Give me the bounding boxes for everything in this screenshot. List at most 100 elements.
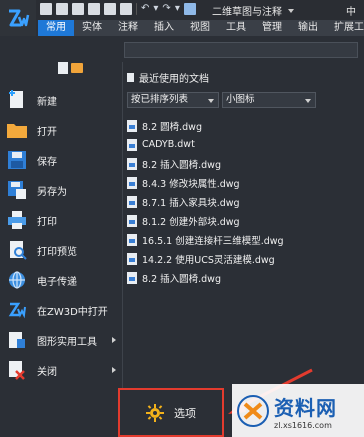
menu-item-print-preview[interactable]: 打印预览 bbox=[0, 236, 122, 264]
open-documents-icon[interactable] bbox=[71, 63, 83, 73]
recent-file-name: 8.1.2 创建外部块.dwg bbox=[142, 216, 240, 228]
workspace-icon[interactable] bbox=[183, 3, 196, 15]
menu-item-close[interactable]: 关闭 bbox=[0, 356, 122, 384]
menu-left-column: 新建 打开 保存 另存为 打印 打印预览 电子传递 在ZW3D中打开 图形实用工… bbox=[0, 86, 122, 419]
submenu-arrow-icon bbox=[112, 337, 116, 343]
undo-icon[interactable]: ↶ bbox=[141, 3, 149, 15]
new-icon[interactable] bbox=[40, 3, 52, 15]
print-icon bbox=[6, 209, 28, 231]
application-menu: 新建 打开 保存 另存为 打印 打印预览 电子传递 在ZW3D中打开 图形实用工… bbox=[0, 36, 364, 437]
workspace-selector[interactable]: 二维草图与注释 bbox=[212, 3, 294, 18]
zwcad-logo-icon bbox=[9, 9, 30, 27]
chevron-down-icon bbox=[208, 99, 214, 103]
recent-file-name: 8.2 插入圆椅.dwg bbox=[142, 273, 221, 285]
title-bar-right-text: 中 bbox=[346, 7, 356, 18]
submenu-arrow-icon bbox=[112, 367, 116, 373]
dwg-file-icon bbox=[127, 252, 137, 265]
save-as-icon bbox=[6, 179, 28, 201]
recent-file-item[interactable]: CADYB.dwt bbox=[127, 135, 357, 154]
undo-dropdown-icon[interactable]: ▾ bbox=[153, 3, 158, 15]
watermark: 资料网 zl.xs1616.com bbox=[232, 384, 364, 437]
watermark-text: 资料网 bbox=[274, 395, 337, 420]
recent-file-item[interactable]: 14.2.2 使用UCS灵活建模.dwg bbox=[127, 249, 357, 268]
open-folder-icon bbox=[6, 119, 28, 141]
zw3d-icon bbox=[6, 299, 28, 321]
menu-item-save[interactable]: 保存 bbox=[0, 146, 122, 174]
recent-panel-toggle bbox=[58, 62, 83, 74]
tab-solid[interactable]: 实体 bbox=[74, 20, 110, 36]
recent-file-item[interactable]: 16.5.1 创建连接杆三维模型.dwg bbox=[127, 230, 357, 249]
open-icon[interactable] bbox=[56, 3, 68, 15]
menu-item-open[interactable]: 打开 bbox=[0, 116, 122, 144]
recent-file-item[interactable]: 8.2 插入圆椅.dwg bbox=[127, 154, 357, 173]
toolbar-divider bbox=[136, 3, 137, 15]
menu-item-label: 在ZW3D中打开 bbox=[37, 306, 108, 318]
view-mode-value: 小图标 bbox=[226, 94, 255, 105]
dwg-file-icon bbox=[127, 176, 137, 189]
tab-output[interactable]: 输出 bbox=[290, 20, 326, 36]
recent-file-item[interactable]: 8.2 圆椅.dwg bbox=[127, 116, 357, 135]
drawing-utilities-icon bbox=[6, 329, 28, 351]
print-preview-icon bbox=[6, 239, 28, 261]
menu-item-drawing-utilities[interactable]: 图形实用工具 bbox=[0, 326, 122, 354]
gear-icon bbox=[146, 403, 164, 422]
ribbon-tab-bar: 常用 实体 注释 插入 视图 工具 管理 输出 扩展工 bbox=[38, 20, 364, 36]
tab-annotate[interactable]: 注释 bbox=[110, 20, 146, 36]
menu-item-open-in-zw3d[interactable]: 在ZW3D中打开 bbox=[0, 296, 122, 324]
recent-documents-icon[interactable] bbox=[58, 62, 68, 74]
recent-file-item[interactable]: 8.2 插入圆椅.dwg bbox=[127, 268, 357, 287]
chevron-down-icon bbox=[288, 8, 294, 13]
save-icon bbox=[6, 149, 28, 171]
tab-view[interactable]: 视图 bbox=[182, 20, 218, 36]
menu-item-etransmit[interactable]: 电子传递 bbox=[0, 266, 122, 294]
menu-item-label: 新建 bbox=[37, 96, 57, 108]
view-mode-select[interactable]: 小图标 bbox=[222, 92, 316, 108]
quick-access-toolbar: ↶ ▾ ↷ ▾ bbox=[40, 3, 196, 15]
menu-item-print[interactable]: 打印 bbox=[0, 206, 122, 234]
tab-insert[interactable]: 插入 bbox=[146, 20, 182, 36]
workspace-title: 二维草图与注释 bbox=[212, 7, 282, 18]
save-icon[interactable] bbox=[72, 3, 84, 15]
menu-item-label: 打印预览 bbox=[37, 246, 77, 258]
redo-icon[interactable]: ↷ bbox=[162, 3, 170, 15]
sort-order-select[interactable]: 按已排序列表 bbox=[127, 92, 219, 108]
tab-manage[interactable]: 管理 bbox=[254, 20, 290, 36]
options-label: 选项 bbox=[174, 406, 196, 420]
recent-file-name: 8.2 插入圆椅.dwg bbox=[142, 159, 221, 171]
application-menu-button[interactable] bbox=[0, 0, 36, 36]
recent-documents-title: 最近使用的文档 bbox=[139, 74, 209, 85]
menu-item-label: 打印 bbox=[37, 216, 57, 228]
title-bar: ↶ ▾ ↷ ▾ 二维草图与注释 中 bbox=[0, 0, 364, 20]
dwg-file-icon bbox=[127, 119, 137, 132]
redo-dropdown-icon[interactable]: ▾ bbox=[175, 3, 180, 15]
menu-item-new[interactable]: 新建 bbox=[0, 86, 122, 114]
dwg-file-icon bbox=[127, 214, 137, 227]
save-as-icon[interactable] bbox=[88, 3, 100, 15]
dwg-file-icon bbox=[127, 271, 137, 284]
recent-file-item[interactable]: 8.7.1 插入家具块.dwg bbox=[127, 192, 357, 211]
print-icon[interactable] bbox=[104, 3, 116, 15]
menu-search-input[interactable] bbox=[124, 42, 358, 58]
document-icon bbox=[127, 73, 134, 82]
tab-tools[interactable]: 工具 bbox=[218, 20, 254, 36]
plot-icon[interactable] bbox=[120, 3, 132, 15]
menu-item-label: 关闭 bbox=[37, 366, 57, 378]
recent-file-name: CADYB.dwt bbox=[142, 139, 195, 150]
recent-file-item[interactable]: 8.1.2 创建外部块.dwg bbox=[127, 211, 357, 230]
tab-extensions[interactable]: 扩展工 bbox=[326, 20, 364, 36]
close-icon bbox=[6, 359, 28, 381]
tab-home[interactable]: 常用 bbox=[38, 20, 74, 36]
watermark-subtext: zl.xs1616.com bbox=[274, 420, 332, 430]
sort-order-value: 按已排序列表 bbox=[131, 94, 189, 105]
watermark-logo-icon bbox=[237, 394, 269, 427]
recent-file-name: 16.5.1 创建连接杆三维模型.dwg bbox=[142, 235, 284, 247]
menu-item-save-as[interactable]: 另存为 bbox=[0, 176, 122, 204]
recent-file-name: 8.4.3 修改块属性.dwg bbox=[142, 178, 240, 190]
menu-item-label: 另存为 bbox=[37, 186, 67, 198]
menu-item-label: 电子传递 bbox=[37, 276, 77, 288]
dwg-file-icon bbox=[127, 233, 137, 246]
recent-file-item[interactable]: 8.4.3 修改块属性.dwg bbox=[127, 173, 357, 192]
dwt-file-icon bbox=[127, 138, 137, 151]
dwg-file-icon bbox=[127, 157, 137, 170]
dwg-file-icon bbox=[127, 195, 137, 208]
